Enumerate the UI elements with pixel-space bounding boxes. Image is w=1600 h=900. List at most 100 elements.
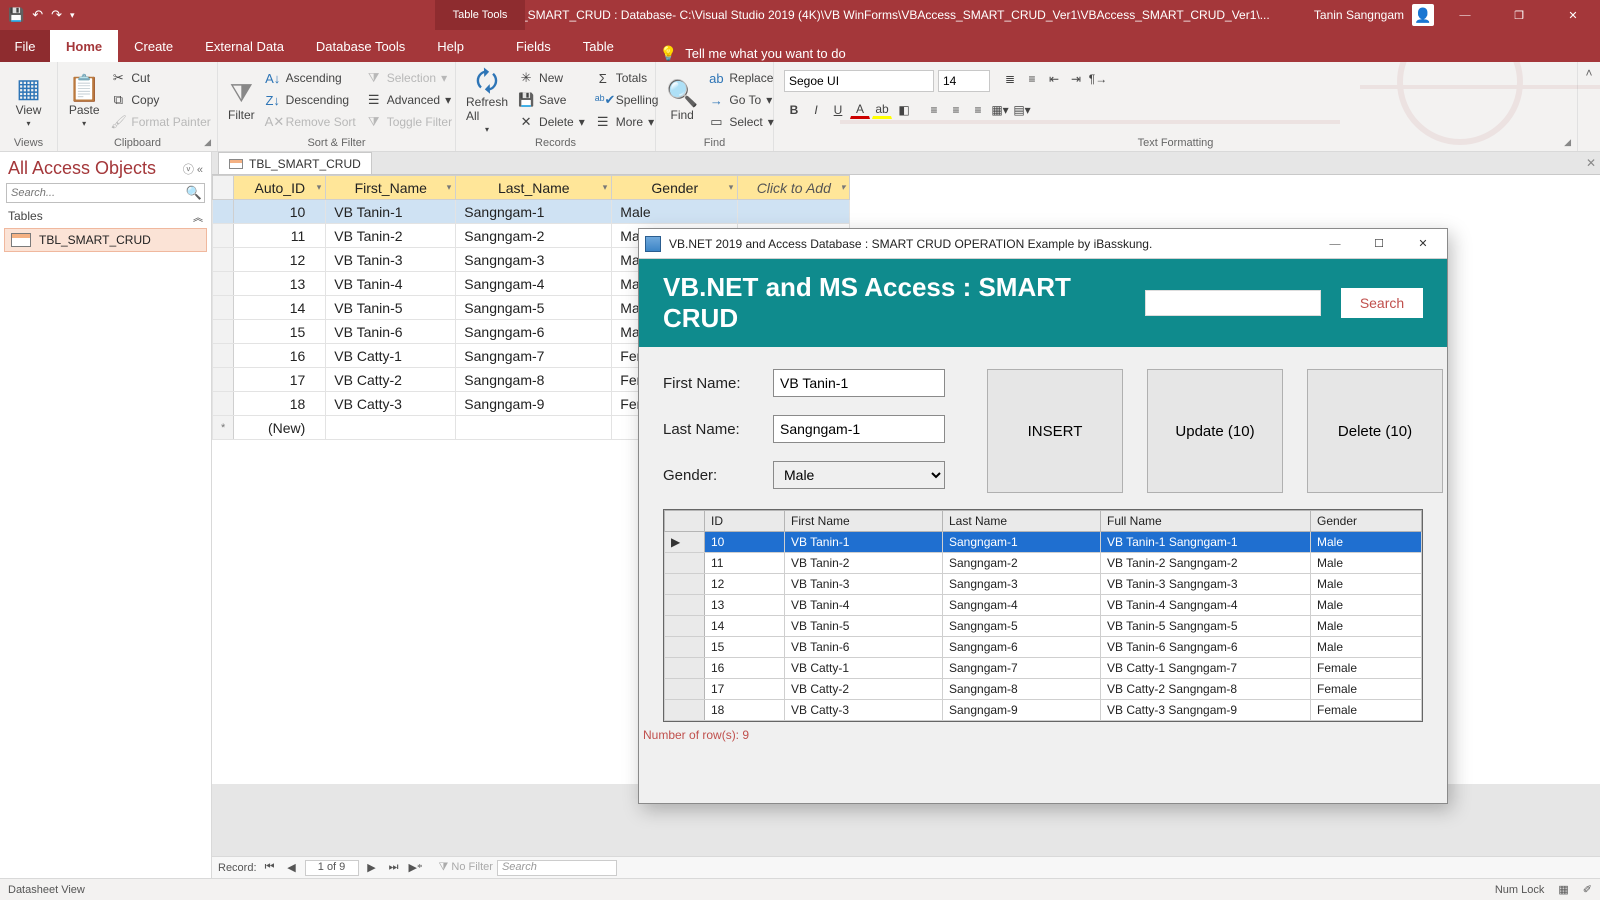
insert-button[interactable]: INSERT [987, 369, 1123, 493]
close-button[interactable]: ✕ [1550, 0, 1596, 30]
font-color-button[interactable]: A [850, 101, 870, 119]
grid-col-lastname[interactable]: Last Name [943, 511, 1101, 532]
new-record-button[interactable]: ▶* [407, 861, 425, 874]
filter-button[interactable]: ⧩Filter [228, 66, 255, 134]
prev-record-button[interactable]: ◀ [283, 861, 301, 874]
close-doc-icon[interactable]: ✕ [1586, 156, 1596, 170]
align-right-icon[interactable]: ≡ [968, 101, 988, 119]
document-tab[interactable]: TBL_SMART_CRUD [218, 152, 372, 174]
fill-color-button[interactable]: ◧ [894, 101, 914, 119]
grid-row-header[interactable] [665, 553, 705, 574]
select-gender[interactable]: Male [773, 461, 945, 489]
select-all-cell[interactable] [213, 176, 234, 200]
format-painter-button[interactable]: 🖌Format Painter [110, 112, 210, 132]
toggle-filter-button[interactable]: ⧩Toggle Filter [366, 112, 452, 132]
grid-row-header[interactable] [665, 658, 705, 679]
undo-icon[interactable]: ↶ [32, 7, 43, 23]
ltr-icon[interactable]: ¶→ [1088, 70, 1108, 88]
vb-close-button[interactable]: ✕ [1405, 237, 1441, 250]
collapse-ribbon-button[interactable]: ˄ [1578, 62, 1600, 151]
nav-item-tbl-smart-crud[interactable]: TBL_SMART_CRUD [4, 228, 207, 252]
nav-dropdown-icon[interactable]: ⓥ « [183, 161, 203, 177]
textfmt-launcher-icon[interactable]: ◢ [1564, 137, 1571, 148]
tab-fields[interactable]: Fields [500, 30, 567, 62]
view-datasheet-icon[interactable]: ▦ [1558, 883, 1568, 896]
table-row[interactable]: 10 VB Tanin-1 Sangngam-1 Male [213, 200, 850, 224]
font-size-input[interactable] [938, 70, 990, 92]
underline-button[interactable]: U [828, 101, 848, 119]
new-row-marker[interactable]: * [213, 416, 234, 440]
align-center-icon[interactable]: ≡ [946, 101, 966, 119]
chevron-down-icon[interactable]: ▾ [729, 182, 734, 193]
increase-indent-icon[interactable]: ⇤ [1044, 70, 1064, 88]
row-selector[interactable] [213, 368, 234, 392]
grid-row[interactable]: 16 VB Catty-1 Sangngam-7 VB Catty-1 Sang… [665, 658, 1422, 679]
align-left-icon[interactable]: ≡ [924, 101, 944, 119]
tab-help[interactable]: Help [421, 30, 480, 62]
replace-button[interactable]: abReplace [708, 68, 773, 88]
bullets-icon[interactable]: ≣ [1000, 70, 1020, 88]
grid-col-id[interactable]: ID [705, 511, 785, 532]
row-selector[interactable] [213, 248, 234, 272]
ascending-button[interactable]: A↓Ascending [265, 68, 356, 88]
search-icon[interactable]: 🔍 [184, 185, 204, 201]
chevron-down-icon[interactable]: ▾ [447, 182, 452, 193]
copy-button[interactable]: ⧉Copy [110, 90, 210, 110]
alt-row-color-icon[interactable]: ▤▾ [1012, 101, 1032, 119]
cut-button[interactable]: ✂Cut [110, 68, 210, 88]
vb-minimize-button[interactable]: — [1317, 238, 1353, 250]
paste-button[interactable]: 📋Paste▾ [68, 66, 100, 134]
italic-button[interactable]: I [806, 101, 826, 119]
nav-title[interactable]: All Access Objects [8, 158, 156, 179]
tab-home[interactable]: Home [50, 30, 118, 62]
grid-col-firstname[interactable]: First Name [785, 511, 943, 532]
col-click-to-add[interactable]: Click to Add▾ [738, 176, 850, 200]
grid-row[interactable]: 11 VB Tanin-2 Sangngam-2 VB Tanin-2 Sang… [665, 553, 1422, 574]
tab-database-tools[interactable]: Database Tools [300, 30, 421, 62]
next-record-button[interactable]: ▶ [363, 861, 381, 874]
chevron-down-icon[interactable]: ▾ [841, 182, 846, 193]
record-position[interactable]: 1 of 9 [305, 860, 359, 876]
row-selector[interactable] [213, 296, 234, 320]
user-avatar-icon[interactable]: 👤 [1412, 4, 1434, 26]
highlight-button[interactable]: ab [872, 101, 892, 119]
nav-search[interactable]: 🔍 [6, 183, 205, 203]
nav-group-tables[interactable]: Tables [8, 209, 43, 224]
grid-col-fullname[interactable]: Full Name [1101, 511, 1311, 532]
row-selector[interactable] [213, 272, 234, 296]
vb-maximize-button[interactable]: ☐ [1361, 237, 1397, 250]
grid-row-header[interactable] [665, 616, 705, 637]
grid-row-header[interactable]: ▶ [665, 532, 705, 553]
numbering-icon[interactable]: ≡ [1022, 70, 1042, 88]
grid-row[interactable]: 13 VB Tanin-4 Sangngam-4 VB Tanin-4 Sang… [665, 595, 1422, 616]
save-icon[interactable]: 💾 [8, 7, 24, 23]
spelling-button[interactable]: ᵃᵇ✔Spelling [595, 90, 659, 110]
grid-row[interactable]: 17 VB Catty-2 Sangngam-8 VB Catty-2 Sang… [665, 679, 1422, 700]
chevron-down-icon[interactable]: ▾ [603, 182, 608, 193]
grid-rowheader-col[interactable] [665, 511, 705, 532]
decrease-indent-icon[interactable]: ⇥ [1066, 70, 1086, 88]
vb-datagrid[interactable]: ID First Name Last Name Full Name Gender… [664, 510, 1422, 721]
redo-icon[interactable]: ↷ [51, 7, 62, 23]
col-last-name[interactable]: Last_Name▾ [456, 176, 612, 200]
grid-row-header[interactable] [665, 679, 705, 700]
delete-button[interactable]: ✕Delete ▾ [518, 112, 585, 132]
remove-sort-button[interactable]: A✕Remove Sort [265, 112, 356, 132]
tell-me-search[interactable]: 💡 Tell me what you want to do [660, 45, 846, 62]
update-button[interactable]: Update (10) [1147, 369, 1283, 493]
col-auto-id[interactable]: Auto_ID▾ [234, 176, 326, 200]
view-button[interactable]: ▦View▾ [10, 66, 47, 134]
new-row-cell[interactable]: (New) [234, 416, 326, 440]
bold-button[interactable]: B [784, 101, 804, 119]
row-selector[interactable] [213, 344, 234, 368]
tab-create[interactable]: Create [118, 30, 189, 62]
advanced-button[interactable]: ☰Advanced ▾ [366, 90, 452, 110]
input-last-name[interactable] [773, 415, 945, 443]
minimize-button[interactable]: — [1442, 0, 1488, 30]
user-name[interactable]: Tanin Sangngam [1314, 8, 1404, 22]
vb-search-input[interactable] [1145, 290, 1321, 316]
grid-row-header[interactable] [665, 574, 705, 595]
tab-table[interactable]: Table [567, 30, 630, 62]
row-selector[interactable] [213, 200, 234, 224]
first-record-button[interactable]: ⏮ [261, 861, 279, 874]
